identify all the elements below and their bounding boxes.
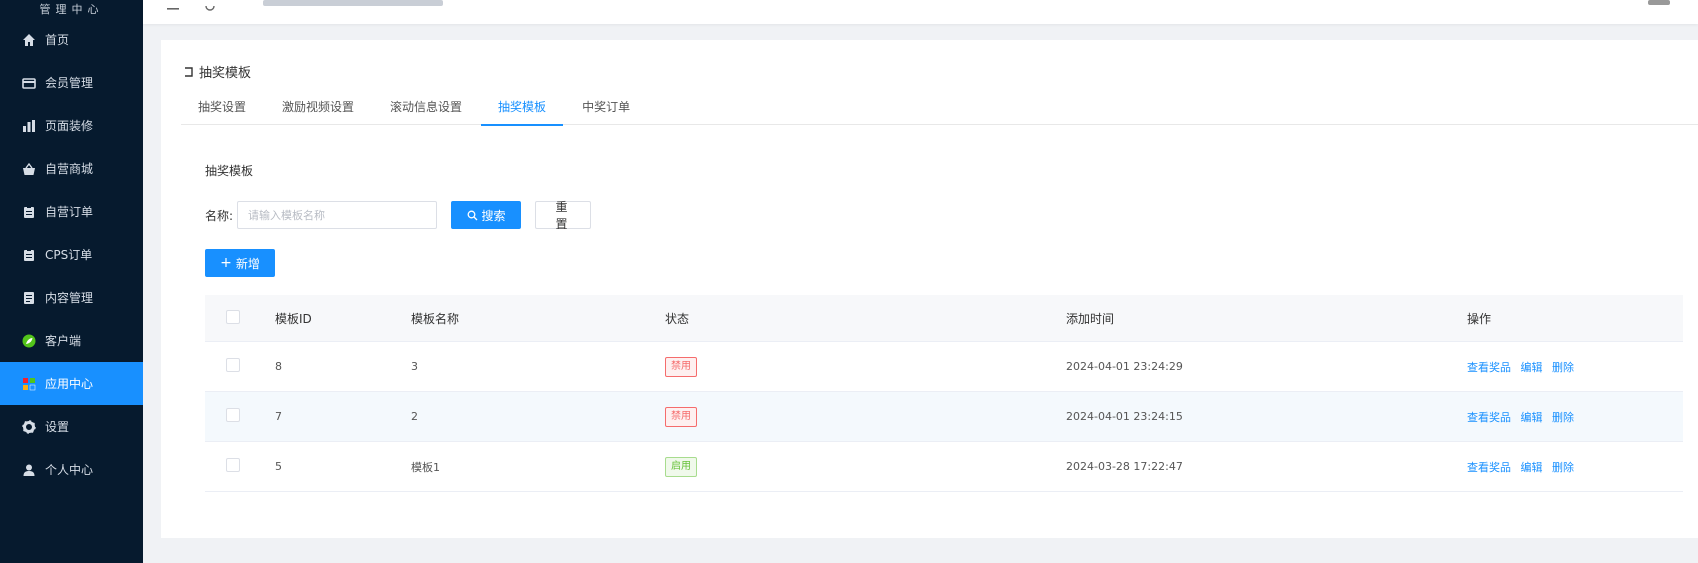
sidebar-item-profile[interactable]: 个人中心 <box>0 448 143 491</box>
main-card: 抽奖模板 抽奖设置 激励视频设置 滚动信息设置 抽奖模板 中奖订单 抽奖模板 名… <box>161 40 1698 538</box>
tab-lottery-settings[interactable]: 抽奖设置 <box>181 95 263 125</box>
sidebar: 管理中心 首页 会员管理 页面装修 自营商城 自营订单 CPS订单 内容管理 客… <box>0 0 143 563</box>
brand-title: 管理中心 <box>39 3 104 16</box>
cell-id: 8 <box>275 360 282 373</box>
table-row: 5 模板1 启用 2024-03-28 17:22:47 查看奖品 编辑 删除 <box>205 442 1683 492</box>
clipboard-icon <box>22 248 36 262</box>
section-title: 抽奖模板 <box>205 164 254 178</box>
row-checkbox[interactable] <box>226 408 240 422</box>
delete-link[interactable]: 删除 <box>1552 361 1574 374</box>
cell-name: 3 <box>411 360 418 373</box>
search-button[interactable]: 搜索 <box>451 201 522 229</box>
sidebar-item-label: 自营商城 <box>45 162 94 176</box>
status-badge: 禁用 <box>665 356 697 377</box>
tab-scroll-settings[interactable]: 滚动信息设置 <box>373 95 479 125</box>
leaf-icon <box>22 334 36 348</box>
sidebar-item-settings[interactable]: 设置 <box>0 405 143 448</box>
top-bar <box>143 0 1698 24</box>
reset-button[interactable]: 重置 <box>535 200 592 231</box>
cell-time: 2024-04-01 23:24:15 <box>1066 410 1183 423</box>
edit-link[interactable]: 编辑 <box>1521 411 1543 424</box>
row-checkbox[interactable] <box>226 458 240 472</box>
table-header: 模板ID 模板名称 状态 添加时间 操作 <box>205 295 1683 342</box>
search-form: 名称: 搜索 重置 <box>205 200 592 231</box>
page-title: 抽奖模板 <box>183 62 251 81</box>
cell-id: 7 <box>275 410 282 423</box>
edit-link[interactable]: 编辑 <box>1521 361 1543 374</box>
tab-video-settings[interactable]: 激励视频设置 <box>265 95 371 125</box>
clipboard-icon <box>22 205 36 219</box>
sidebar-item-label: 应用中心 <box>45 377 94 391</box>
view-prizes-link[interactable]: 查看奖品 <box>1467 411 1511 424</box>
sidebar-item-label: 首页 <box>45 33 70 47</box>
add-button-label: 新增 <box>235 256 260 271</box>
sidebar-item-cps-orders[interactable]: CPS订单 <box>0 233 143 276</box>
cell-name: 模板1 <box>411 460 440 474</box>
document-icon <box>22 291 36 305</box>
delete-link[interactable]: 删除 <box>1552 411 1574 424</box>
sidebar-item-label: CPS订单 <box>45 248 93 262</box>
bracket-icon <box>183 66 195 78</box>
edit-link[interactable]: 编辑 <box>1521 461 1543 474</box>
sidebar-item-page-design[interactable]: 页面装修 <box>0 104 143 147</box>
sidebar-item-client[interactable]: 客户端 <box>0 319 143 362</box>
sidebar-item-members[interactable]: 会员管理 <box>0 61 143 104</box>
refresh-icon[interactable] <box>205 0 215 14</box>
sidebar-item-self-mall[interactable]: 自营商城 <box>0 147 143 190</box>
cell-time: 2024-04-01 23:24:29 <box>1066 360 1183 373</box>
gear-icon <box>22 419 36 434</box>
column-header: 状态 <box>665 311 690 326</box>
sidebar-item-label: 设置 <box>45 420 70 434</box>
cell-time: 2024-03-28 17:22:47 <box>1066 460 1183 473</box>
apps-icon <box>22 377 36 391</box>
home-icon <box>22 33 36 47</box>
name-label: 名称: <box>205 208 234 223</box>
column-header: 模板ID <box>275 311 312 326</box>
delete-link[interactable]: 删除 <box>1552 461 1574 474</box>
column-header: 模板名称 <box>411 311 460 326</box>
view-prizes-link[interactable]: 查看奖品 <box>1467 361 1511 374</box>
user-menu[interactable] <box>1648 0 1670 5</box>
template-table: 模板ID 模板名称 状态 添加时间 操作 8 3 禁用 2024-04-01 2… <box>205 295 1683 492</box>
cell-name: 2 <box>411 410 418 423</box>
bar-chart-icon <box>22 119 36 133</box>
sidebar-item-label: 客户端 <box>45 334 82 348</box>
tab-lottery-template[interactable]: 抽奖模板 <box>481 95 564 126</box>
column-header: 操作 <box>1467 311 1492 326</box>
status-badge: 启用 <box>665 456 697 477</box>
table-row: 8 3 禁用 2024-04-01 23:24:29 查看奖品 编辑 删除 <box>205 342 1683 392</box>
row-checkbox[interactable] <box>226 358 240 372</box>
sidebar-item-self-orders[interactable]: 自营订单 <box>0 190 143 233</box>
tab-winning-orders[interactable]: 中奖订单 <box>565 95 647 125</box>
search-button-label: 搜索 <box>481 208 506 223</box>
template-name-input[interactable] <box>237 201 438 229</box>
search-icon <box>467 210 478 221</box>
cell-id: 5 <box>275 460 282 473</box>
sidebar-item-label: 会员管理 <box>45 76 94 90</box>
user-icon <box>22 463 36 477</box>
column-header: 添加时间 <box>1066 311 1115 326</box>
page-title-text: 抽奖模板 <box>199 66 252 81</box>
add-button[interactable]: + 新增 <box>205 249 275 277</box>
sidebar-item-content[interactable]: 内容管理 <box>0 276 143 319</box>
sidebar-item-label: 自营订单 <box>45 205 94 219</box>
basket-icon <box>22 162 36 176</box>
menu-toggle-icon[interactable] <box>167 0 179 14</box>
sidebar-item-label: 个人中心 <box>45 463 94 477</box>
view-prizes-link[interactable]: 查看奖品 <box>1467 461 1511 474</box>
table-row: 7 2 禁用 2024-04-01 23:24:15 查看奖品 编辑 删除 <box>205 392 1683 442</box>
sidebar-item-label: 页面装修 <box>45 119 94 133</box>
status-badge: 禁用 <box>665 406 697 427</box>
tab-bar: 抽奖设置 激励视频设置 滚动信息设置 抽奖模板 中奖订单 <box>181 95 1698 126</box>
select-all-checkbox[interactable] <box>226 309 240 324</box>
sidebar-item-label: 内容管理 <box>45 291 94 305</box>
plus-icon: + <box>220 255 232 271</box>
card-icon <box>22 76 36 90</box>
sidebar-item-app-center[interactable]: 应用中心 <box>0 362 143 405</box>
breadcrumb <box>263 0 443 6</box>
sidebar-item-home[interactable]: 首页 <box>0 18 143 61</box>
